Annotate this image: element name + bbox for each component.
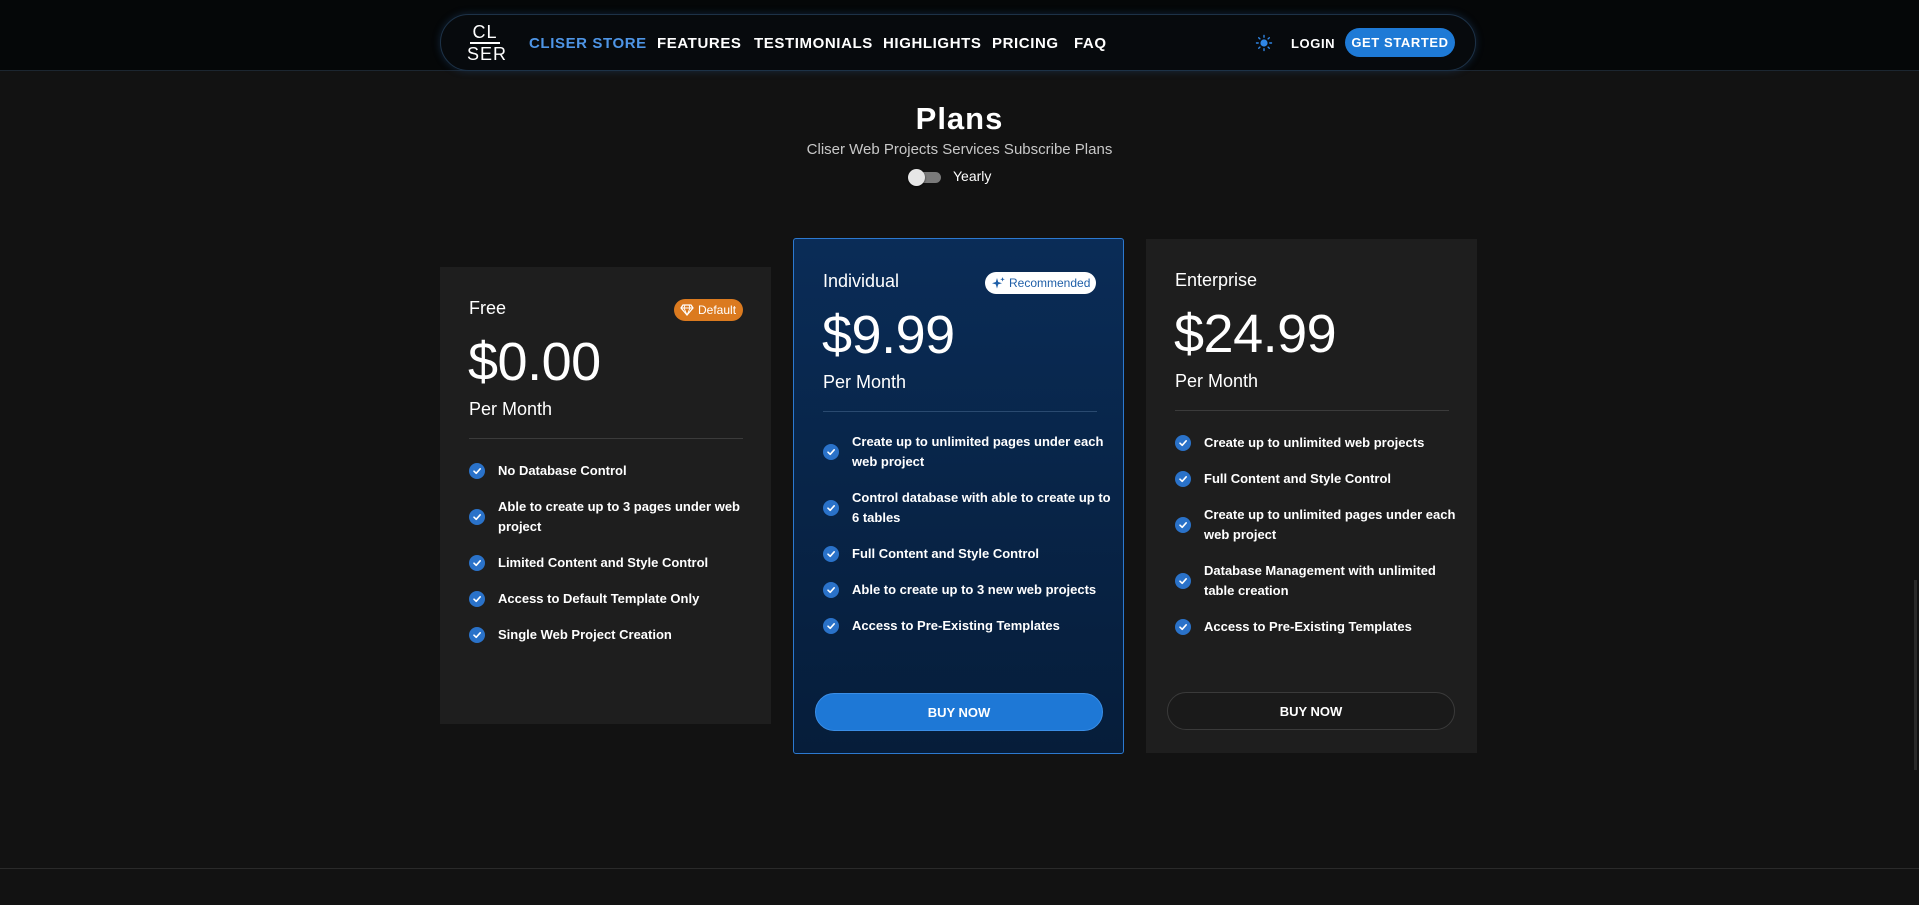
- feature-item: Create up to unlimited pages under each …: [1175, 505, 1465, 545]
- check-circle-icon: [1175, 517, 1191, 533]
- buy-now-button-enterprise[interactable]: BUY NOW: [1167, 692, 1455, 730]
- feature-item: Full Content and Style Control: [823, 544, 1113, 564]
- check-circle-icon: [1175, 619, 1191, 635]
- feature-item: Access to Pre-Existing Templates: [823, 616, 1113, 636]
- scrollbar[interactable]: [1914, 580, 1917, 770]
- feature-item: Create up to unlimited web projects: [1175, 433, 1465, 453]
- feature-item: Able to create up to 3 new web projects: [823, 580, 1113, 600]
- top-bar: CL SER CLISER STORE FEATURES TESTIMONIAL…: [0, 0, 1919, 71]
- feature-text: Access to Pre-Existing Templates: [852, 618, 1060, 633]
- check-circle-icon: [1175, 573, 1191, 589]
- feature-text: Access to Pre-Existing Templates: [1204, 619, 1412, 634]
- sparkle-icon: [992, 277, 1005, 289]
- billing-toggle[interactable]: [908, 169, 942, 186]
- divider: [823, 411, 1097, 412]
- feature-list: Create up to unlimited web projects Full…: [1175, 433, 1465, 653]
- footer-divider: [0, 868, 1919, 869]
- check-circle-icon: [823, 500, 839, 516]
- plan-period: Per Month: [1175, 371, 1259, 391]
- buy-now-button-individual[interactable]: BUY NOW: [815, 693, 1103, 731]
- check-circle-icon: [823, 546, 839, 562]
- check-circle-icon: [1175, 435, 1191, 451]
- feature-item: Single Web Project Creation: [469, 625, 759, 645]
- check-circle-icon: [823, 618, 839, 634]
- feature-item: Database Management with unlimited table…: [1175, 561, 1465, 601]
- plan-period: Per Month: [469, 399, 553, 419]
- feature-text: Full Content and Style Control: [1204, 471, 1392, 486]
- default-badge: Default: [674, 299, 743, 321]
- plan-price: $0.00: [468, 332, 601, 392]
- plan-card-individual: Individual Recommended $9.99 Per Month C…: [793, 238, 1124, 754]
- plan-price: $24.99: [1174, 304, 1337, 364]
- plan-name: Individual: [823, 271, 900, 291]
- nav-faq[interactable]: FAQ: [1074, 35, 1107, 52]
- check-circle-icon: [823, 444, 839, 460]
- plan-card-enterprise: Enterprise $24.99 Per Month Create up to…: [1146, 239, 1477, 753]
- login-link[interactable]: LOGIN: [1291, 36, 1335, 51]
- feature-list: No Database Control Able to create up to…: [469, 461, 759, 661]
- feature-text: Able to create up to 3 new web projects: [852, 582, 1097, 597]
- navbar: CL SER CLISER STORE FEATURES TESTIMONIAL…: [440, 14, 1476, 71]
- billing-toggle-label: Yearly: [953, 168, 992, 184]
- feature-item: Access to Pre-Existing Templates: [1175, 617, 1465, 637]
- feature-list: Create up to unlimited pages under each …: [823, 432, 1113, 652]
- check-circle-icon: [469, 591, 485, 607]
- check-circle-icon: [469, 509, 485, 525]
- check-circle-icon: [1175, 471, 1191, 487]
- feature-text: Single Web Project Creation: [498, 627, 672, 642]
- check-circle-icon: [823, 582, 839, 598]
- feature-text: Limited Content and Style Control: [498, 555, 709, 570]
- check-circle-icon: [469, 627, 485, 643]
- badge-label: Recommended: [1009, 276, 1091, 290]
- nav-testimonials[interactable]: TESTIMONIALS: [754, 35, 873, 52]
- feature-text: Access to Default Template Only: [498, 591, 700, 606]
- plan-name: Free: [469, 298, 507, 318]
- check-circle-icon: [469, 463, 485, 479]
- nav-cliser-store[interactable]: CLISER STORE: [529, 35, 647, 52]
- feature-item: Control database with able to create up …: [823, 488, 1113, 528]
- cliser-logo[interactable]: CL SER: [467, 22, 506, 63]
- divider: [1175, 410, 1449, 411]
- feature-text: Able to create up to 3 pages under web p…: [498, 499, 740, 534]
- feature-item: Full Content and Style Control: [1175, 469, 1465, 489]
- nav-highlights[interactable]: HIGHLIGHTS: [883, 35, 982, 52]
- feature-text: No Database Control: [498, 463, 627, 478]
- nav-features[interactable]: FEATURES: [657, 35, 742, 52]
- nav-pricing[interactable]: PRICING: [992, 35, 1059, 52]
- feature-text: Create up to unlimited pages under each …: [1204, 507, 1456, 542]
- logo-line-1: CL: [472, 22, 498, 42]
- badge-label: Default: [698, 303, 737, 317]
- diamond-icon: [680, 304, 694, 316]
- sun-icon[interactable]: [1255, 34, 1273, 52]
- feature-item: Limited Content and Style Control: [469, 553, 759, 573]
- feature-text: Create up to unlimited web projects: [1204, 435, 1425, 450]
- toggle-knob: [908, 169, 925, 186]
- check-circle-icon: [469, 555, 485, 571]
- feature-item: Create up to unlimited pages under each …: [823, 432, 1113, 472]
- divider: [469, 438, 743, 439]
- plan-card-free: Free Default $0.00 Per Month No Database…: [440, 267, 771, 724]
- plan-period: Per Month: [823, 372, 907, 392]
- recommended-badge: Recommended: [985, 272, 1096, 294]
- get-started-button[interactable]: GET STARTED: [1345, 28, 1455, 57]
- feature-text: Create up to unlimited pages under each …: [852, 434, 1104, 469]
- feature-item: Access to Default Template Only: [469, 589, 759, 609]
- logo-line-2: SER: [467, 43, 508, 64]
- plan-price: $9.99: [822, 305, 955, 365]
- feature-item: No Database Control: [469, 461, 759, 481]
- feature-text: Control database with able to create up …: [852, 490, 1111, 525]
- feature-text: Database Management with unlimited table…: [1204, 563, 1436, 598]
- feature-item: Able to create up to 3 pages under web p…: [469, 497, 759, 537]
- feature-text: Full Content and Style Control: [852, 546, 1040, 561]
- page-subtitle: Cliser Web Projects Services Subscribe P…: [806, 141, 1113, 158]
- page-title: Plans: [915, 101, 1004, 136]
- plan-name: Enterprise: [1175, 270, 1258, 290]
